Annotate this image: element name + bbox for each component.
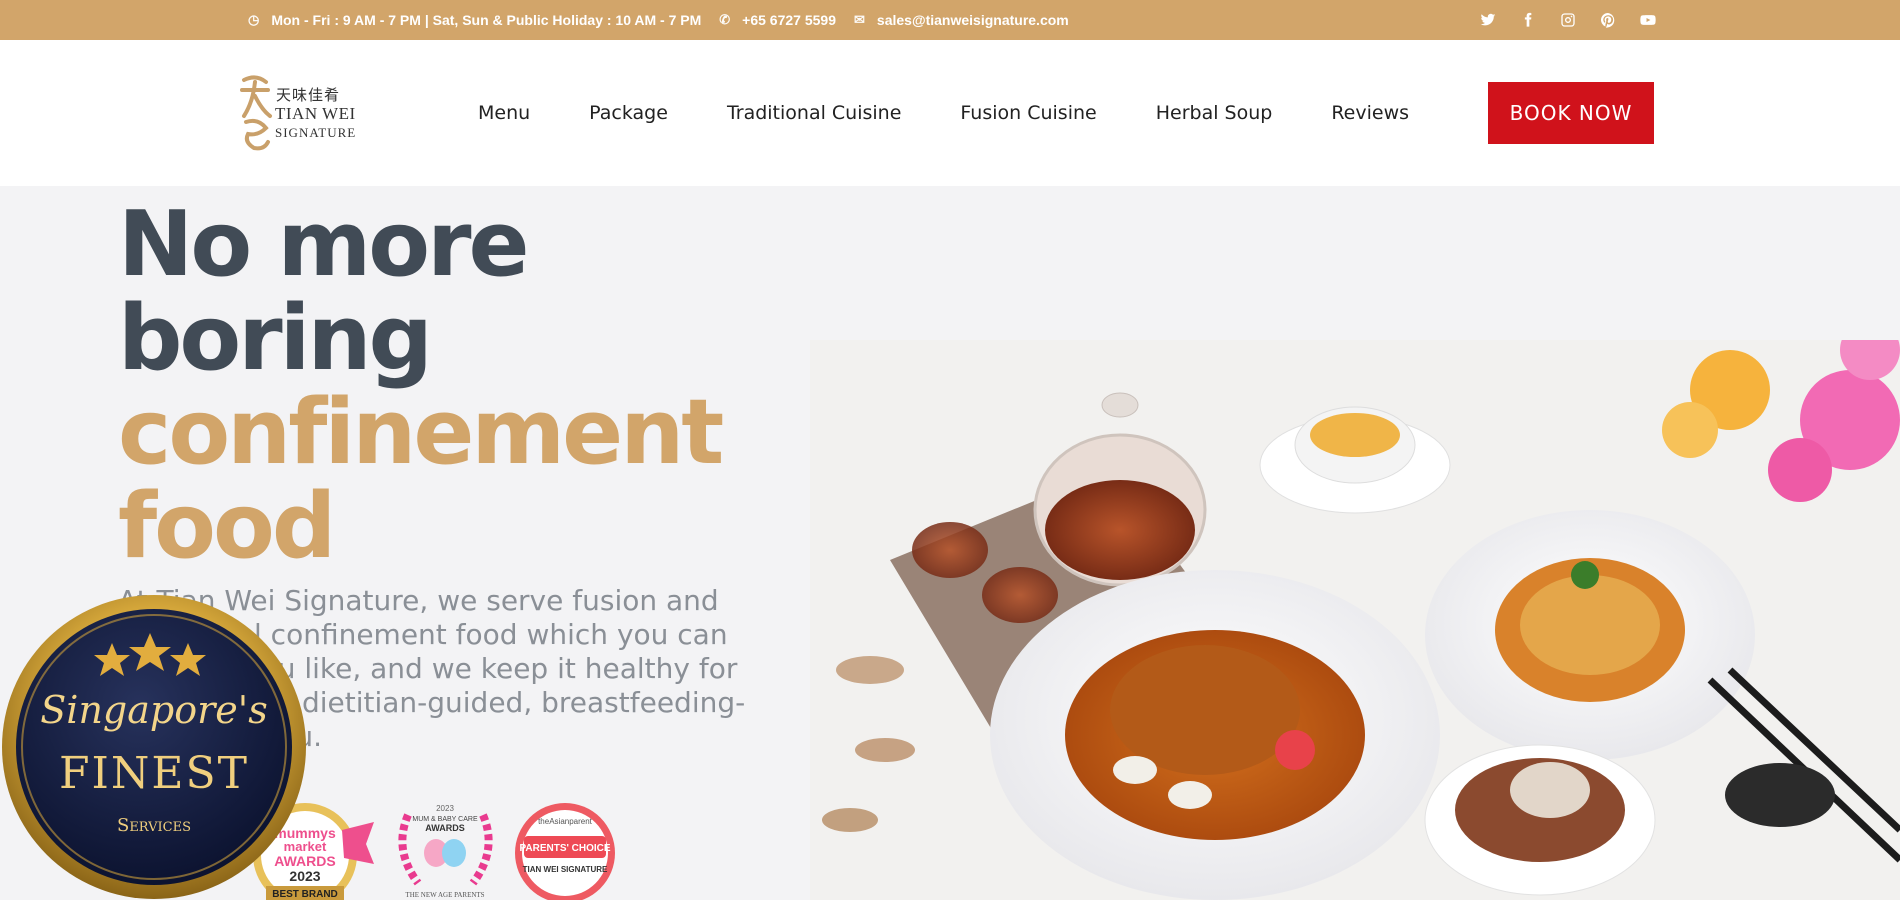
- top-info-bar: ◷ Mon - Fri : 9 AM - 7 PM | Sat, Sun & P…: [0, 0, 1900, 40]
- hero-heading-line4: food: [118, 474, 336, 579]
- contact-info: ◷ Mon - Fri : 9 AM - 7 PM | Sat, Sun & P…: [248, 0, 1069, 40]
- logo-mark-icon: [240, 75, 272, 151]
- newage-award-title1: MUM & BABY CARE: [412, 816, 478, 823]
- site-header: 天味佳肴 TIAN WEI SIGNATURE Menu Package Tra…: [0, 40, 1900, 186]
- hero-food-image: [810, 340, 1900, 900]
- badge-subtitle: Services: [117, 815, 191, 836]
- logo-name-line2: SIGNATURE: [275, 125, 357, 140]
- newage-award-footer: THE NEW AGE PARENTS: [405, 891, 484, 899]
- social-links: [1479, 0, 1657, 40]
- email-icon: ✉: [854, 12, 865, 27]
- nav-item-package[interactable]: Package: [589, 102, 668, 124]
- parents-choice-award: theAsianparent PARENTS' CHOICE TIAN WEI …: [515, 803, 615, 900]
- site-logo[interactable]: 天味佳肴 TIAN WEI SIGNATURE: [238, 72, 368, 154]
- hero-heading-line1: No more: [118, 192, 530, 297]
- nav-item-traditional-cuisine[interactable]: Traditional Cuisine: [727, 102, 901, 124]
- badge-title: FINEST: [59, 748, 249, 799]
- email-link[interactable]: sales@tianweisignature.com: [877, 12, 1069, 28]
- book-now-button[interactable]: BOOK NOW: [1488, 82, 1654, 144]
- logo-name-line1: TIAN WEI: [275, 104, 356, 123]
- parents-choice-label: PARENTS' CHOICE: [519, 843, 610, 854]
- newage-award-year: 2023: [436, 804, 454, 813]
- parents-award-brand: TIAN WEI SIGNATURE: [523, 865, 608, 874]
- youtube-icon[interactable]: [1639, 11, 1657, 29]
- phone-number[interactable]: +65 6727 5599: [742, 12, 836, 28]
- nav-item-fusion-cuisine[interactable]: Fusion Cuisine: [960, 102, 1096, 124]
- hero-heading-line2: boring: [118, 286, 433, 391]
- parents-award-source: theAsianparent: [538, 817, 593, 826]
- new-age-parents-award: 2023 MUM & BABY CARE AWARDS THE NEW AGE …: [398, 804, 493, 899]
- nav-item-herbal-soup[interactable]: Herbal Soup: [1156, 102, 1273, 124]
- phone-icon: ✆: [719, 12, 731, 27]
- hero-heading-line3: confinement: [118, 380, 724, 485]
- twitter-icon[interactable]: [1479, 11, 1497, 29]
- main-nav: Menu Package Traditional Cuisine Fusion …: [478, 40, 1409, 186]
- opening-hours: Mon - Fri : 9 AM - 7 PM | Sat, Sun & Pub…: [271, 12, 702, 28]
- pinterest-icon[interactable]: [1599, 11, 1617, 29]
- nav-item-reviews[interactable]: Reviews: [1331, 102, 1409, 124]
- instagram-icon[interactable]: [1559, 11, 1577, 29]
- clock-icon: ◷: [248, 12, 260, 27]
- facebook-icon[interactable]: [1519, 11, 1537, 29]
- logo-chinese-text: 天味佳肴: [276, 86, 341, 104]
- badge-script-text: Singapore's: [40, 688, 267, 732]
- hero-heading: No more boring confinement food: [118, 192, 724, 579]
- singapores-finest-badge[interactable]: Singapore's FINEST Services: [0, 593, 308, 900]
- nav-item-menu[interactable]: Menu: [478, 102, 530, 124]
- newage-award-title2: AWARDS: [425, 823, 465, 833]
